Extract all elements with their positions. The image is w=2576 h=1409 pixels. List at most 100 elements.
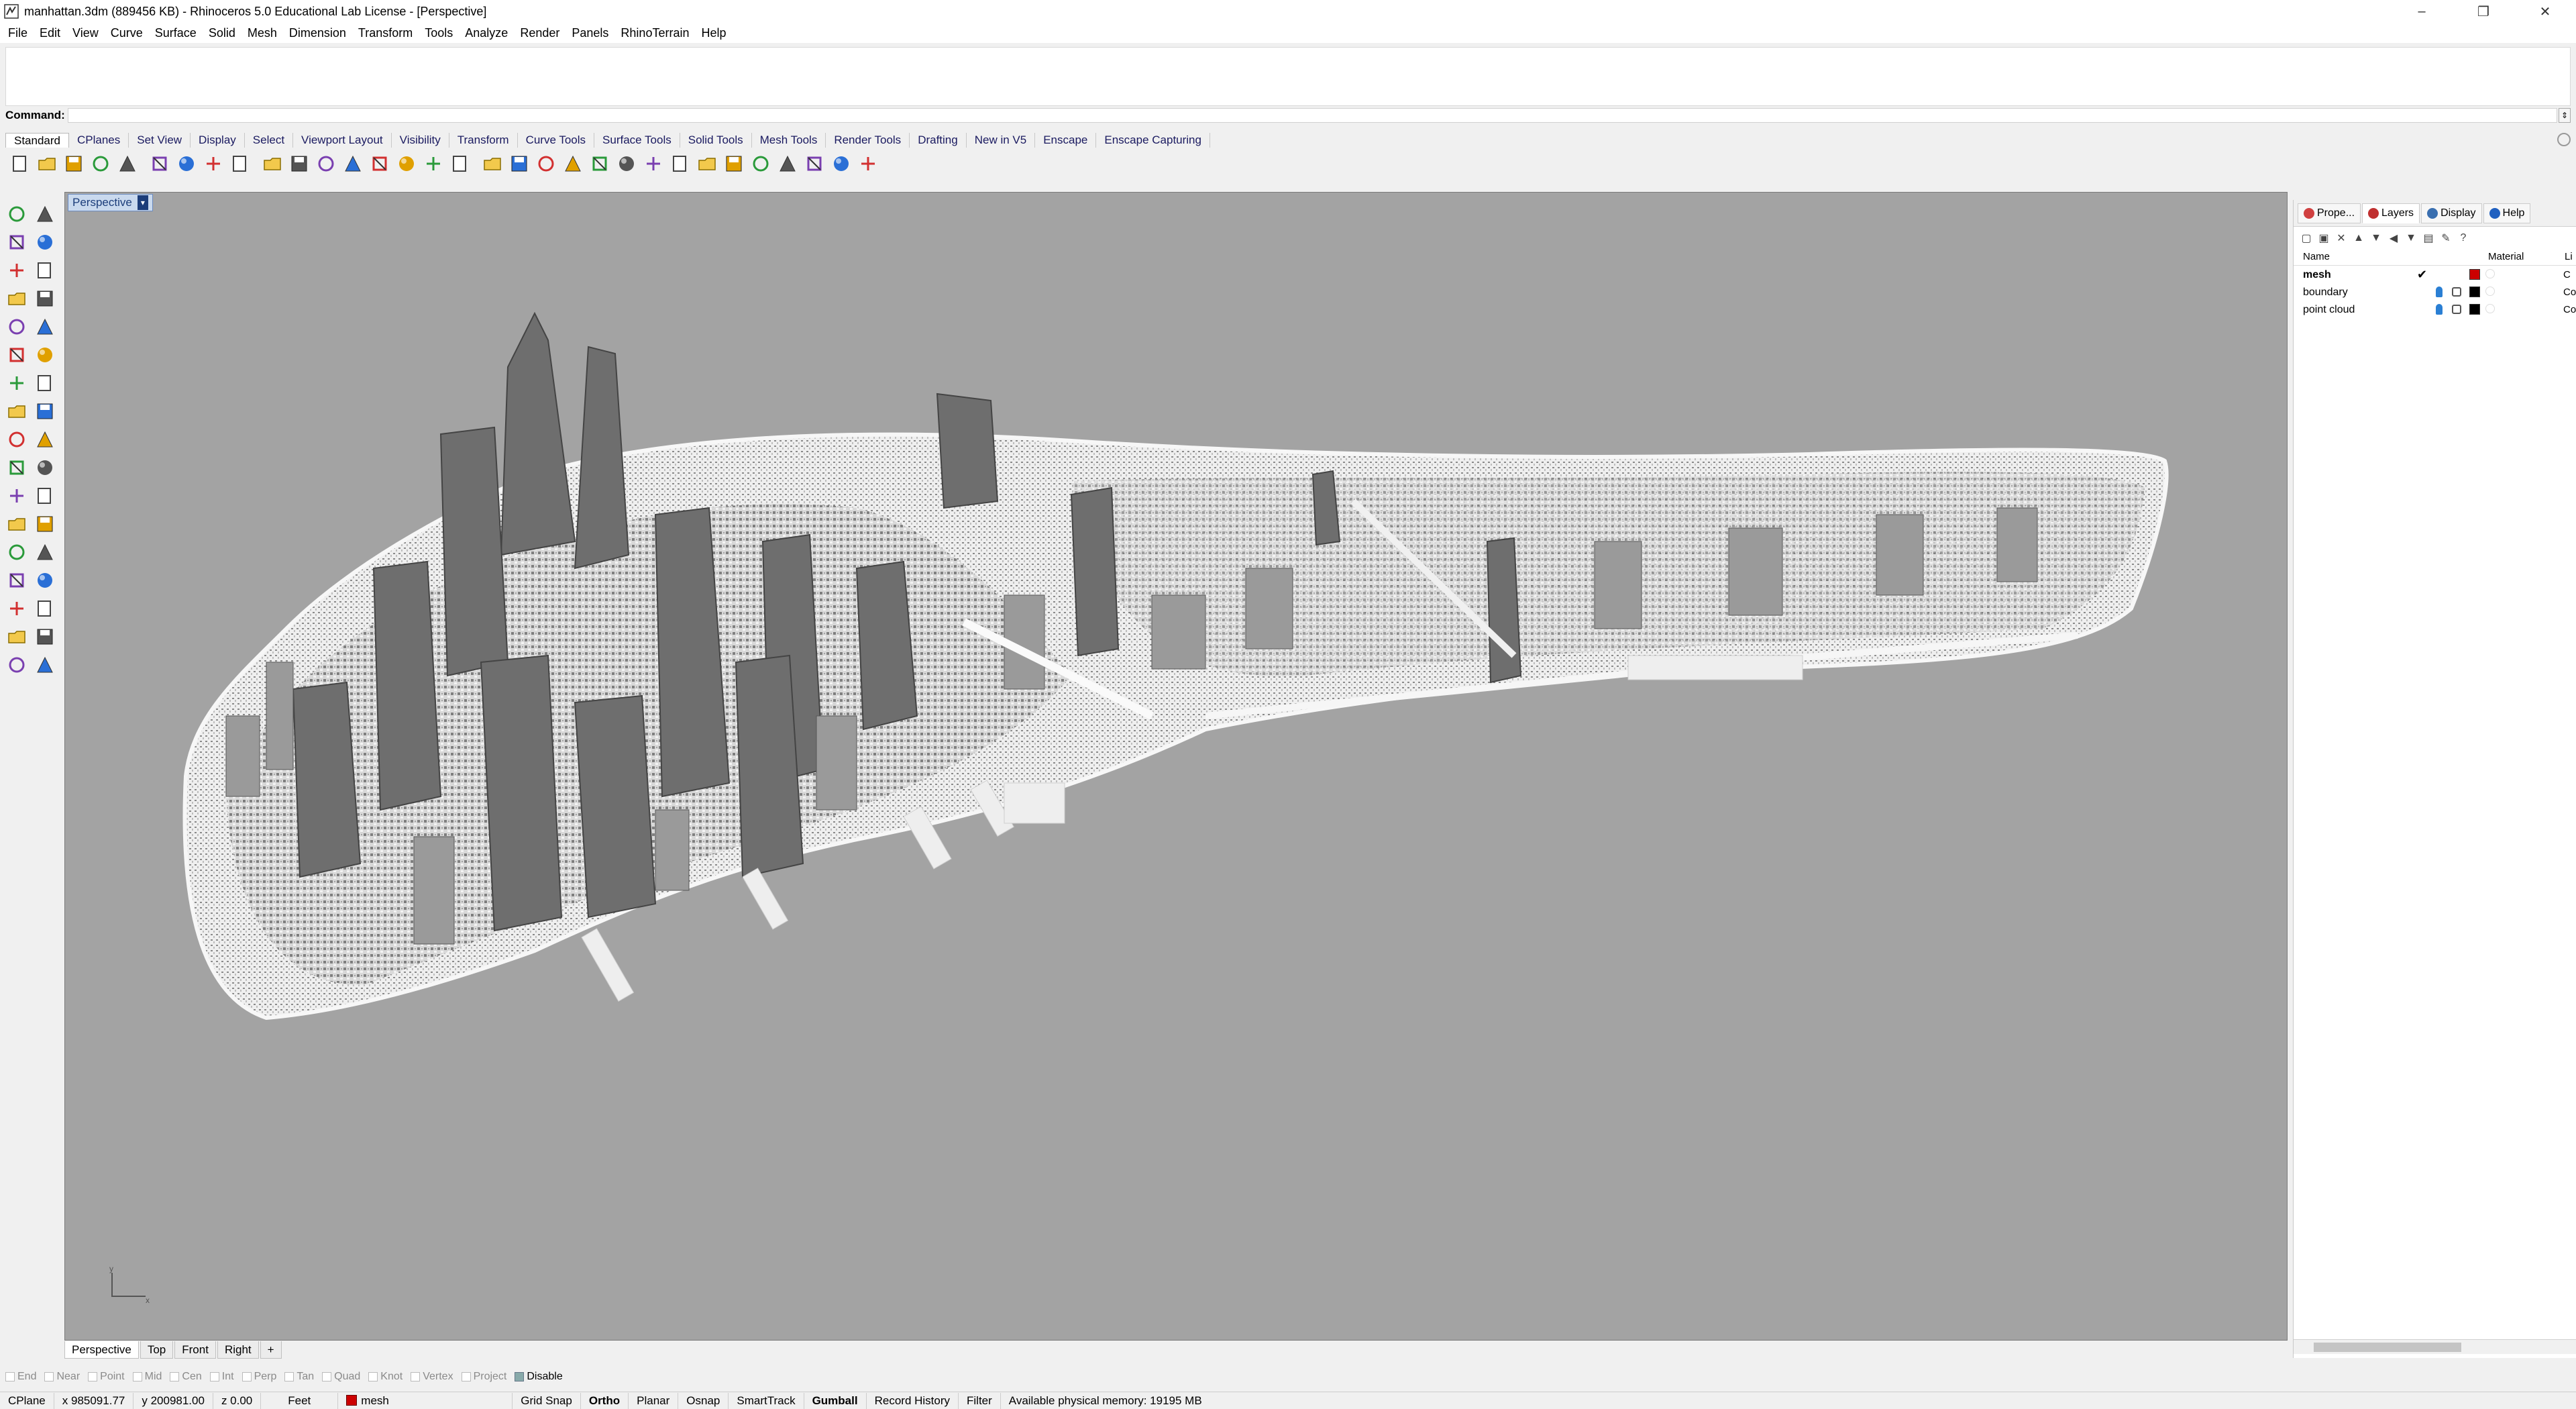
smarttrack-toggle[interactable]: SmartTrack [729, 1392, 804, 1409]
point-icon[interactable] [31, 200, 59, 228]
layer-row[interactable]: boundary Co [2294, 284, 2576, 302]
select-filter-icon[interactable] [667, 150, 694, 177]
explode-icon[interactable] [31, 425, 59, 454]
filter-toggle[interactable]: Filter [959, 1392, 1001, 1409]
osnap-checkbox[interactable] [132, 1372, 142, 1381]
command-history[interactable] [5, 47, 2571, 106]
pan-icon[interactable] [259, 150, 286, 177]
loft-icon[interactable] [31, 341, 59, 369]
osnap-int[interactable]: Int [209, 1371, 234, 1383]
split-icon[interactable] [3, 510, 31, 538]
group-icon[interactable] [3, 538, 31, 566]
paste-icon[interactable] [200, 150, 227, 177]
dimension-icon[interactable] [3, 594, 31, 623]
layout-icon[interactable] [3, 651, 31, 679]
layer-color-swatch[interactable] [2469, 304, 2480, 315]
boolean-icon[interactable] [3, 454, 31, 482]
menu-surface[interactable]: Surface [152, 26, 206, 40]
panel-tab-layers[interactable]: Layers [2362, 203, 2420, 223]
command-scroll-button[interactable]: ⇕ [2559, 108, 2571, 123]
fillet-icon[interactable] [3, 482, 31, 510]
trim-icon[interactable] [31, 482, 59, 510]
osnap-checkbox[interactable] [170, 1372, 180, 1381]
zoom-extents-icon[interactable] [393, 150, 420, 177]
panel-tab-display[interactable]: Display [2421, 203, 2482, 223]
layer-visible-bulb-icon[interactable] [2436, 286, 2443, 297]
analyze-icon[interactable] [3, 623, 31, 651]
toolbar-tab-display[interactable]: Display [191, 133, 245, 148]
undo-icon[interactable] [227, 150, 254, 177]
box-icon[interactable] [3, 369, 31, 397]
menu-render[interactable]: Render [517, 26, 569, 40]
viewport-tab-plus[interactable]: + [260, 1341, 282, 1359]
layer-tools-icon[interactable]: ✎ [2437, 229, 2455, 247]
toolbar-tab-transform[interactable]: Transform [449, 133, 518, 148]
record-history-toggle[interactable]: Record History [867, 1392, 959, 1409]
menu-help[interactable]: Help [698, 26, 735, 40]
menu-tools[interactable]: Tools [422, 26, 462, 40]
osnap-knot[interactable]: Knot [368, 1371, 402, 1383]
scrollbar-thumb[interactable] [2314, 1343, 2461, 1352]
light-icon[interactable] [613, 150, 640, 177]
osnap-checkbox[interactable] [322, 1372, 332, 1381]
command-input[interactable] [67, 108, 2557, 123]
layer-material-icon[interactable] [2485, 286, 2495, 296]
viewport-tab-top[interactable]: Top [140, 1341, 174, 1359]
osnap-checkbox[interactable] [88, 1372, 98, 1381]
open-icon[interactable] [34, 150, 60, 177]
current-layer-check-icon[interactable]: ✔ [2417, 268, 2427, 282]
panel-tab-help[interactable]: Help [2483, 203, 2531, 223]
osnap-vertex[interactable]: Vertex [411, 1371, 453, 1383]
layer-linetype[interactable]: C [2563, 269, 2571, 280]
print-icon[interactable] [87, 150, 114, 177]
gumball-icon[interactable] [31, 454, 59, 482]
arc-icon[interactable] [3, 313, 31, 341]
layer-unlocked-icon[interactable] [2452, 287, 2461, 297]
toolbar-tab-cplanes[interactable]: CPlanes [69, 133, 129, 148]
osnap-cen[interactable]: Cen [170, 1371, 202, 1383]
polyline-icon[interactable] [3, 228, 31, 256]
toolbar-tab-visibility[interactable]: Visibility [392, 133, 449, 148]
move-up-icon[interactable]: ▲ [2350, 229, 2367, 247]
join-icon[interactable] [31, 510, 59, 538]
toolbar-tab-set-view[interactable]: Set View [129, 133, 191, 148]
panel-tab-prope[interactable]: Prope... [2298, 203, 2361, 223]
name-column-header[interactable]: Name [2303, 251, 2330, 262]
save-icon[interactable] [60, 150, 87, 177]
viewport-layout-icon[interactable] [447, 150, 474, 177]
zoom-icon[interactable] [339, 150, 366, 177]
menu-view[interactable]: View [70, 26, 108, 40]
gumball-toggle[interactable]: Gumball [804, 1392, 867, 1409]
layer-material-icon[interactable] [2485, 304, 2495, 313]
restore-button[interactable]: ❐ [2453, 0, 2514, 23]
viewport-tab-right[interactable]: Right [217, 1341, 259, 1359]
osnap-end[interactable]: End [5, 1371, 36, 1383]
snap-icon[interactable] [31, 651, 59, 679]
toolbar-tab-mesh-tools[interactable]: Mesh Tools [752, 133, 826, 148]
render-icon[interactable] [31, 623, 59, 651]
units-display[interactable]: Feet [261, 1392, 339, 1409]
planar-toggle[interactable]: Planar [629, 1392, 679, 1409]
osnap-checkbox[interactable] [284, 1372, 294, 1381]
osnap-checkbox[interactable] [515, 1372, 525, 1381]
layer-linetype[interactable]: Co [2563, 286, 2576, 298]
menu-analyze[interactable]: Analyze [462, 26, 517, 40]
extrude-icon[interactable] [31, 397, 59, 425]
new-sublayer-icon[interactable]: ▣ [2315, 229, 2332, 247]
new-layer-icon[interactable]: ▢ [2298, 229, 2315, 247]
layer-color-swatch[interactable] [2469, 286, 2480, 297]
material-column-header[interactable]: Material [2488, 251, 2524, 262]
perspective-viewport[interactable]: Perspective ▾ y x [64, 192, 2288, 1341]
layer-material-icon[interactable] [2485, 269, 2495, 278]
move-left-icon[interactable]: ◀ [2385, 229, 2402, 247]
zoom-selected-icon[interactable] [420, 150, 447, 177]
color-wheel-icon[interactable] [694, 150, 720, 177]
current-layer[interactable]: mesh [338, 1392, 513, 1409]
menu-dimension[interactable]: Dimension [286, 26, 356, 40]
ellipse-icon[interactable] [31, 256, 59, 284]
menu-mesh[interactable]: Mesh [245, 26, 286, 40]
polygon-icon[interactable] [3, 284, 31, 313]
osnap-disable[interactable]: Disable [515, 1371, 563, 1383]
ungroup-icon[interactable] [31, 538, 59, 566]
layer-name[interactable]: point cloud [2303, 304, 2355, 316]
